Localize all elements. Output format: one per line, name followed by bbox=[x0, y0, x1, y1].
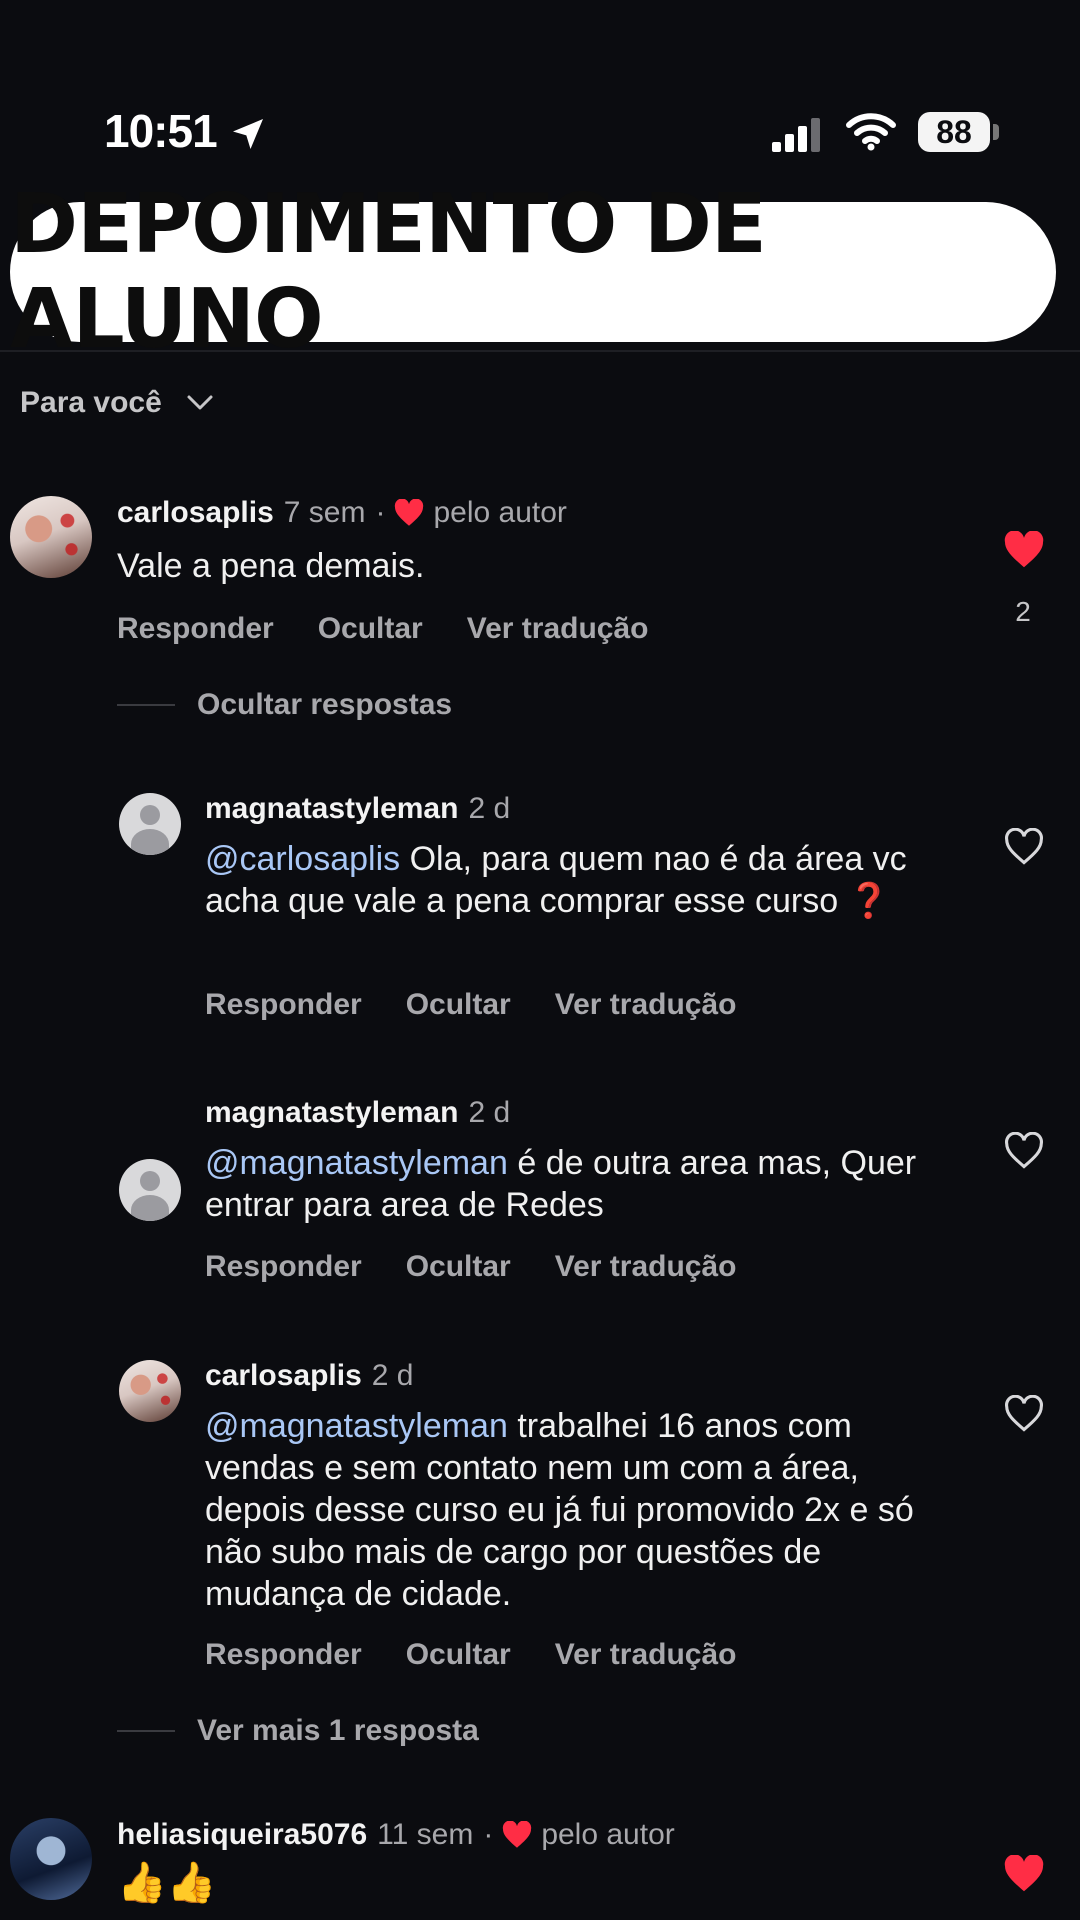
comment-text: Vale a pena demais. bbox=[117, 547, 425, 585]
reply-mention[interactable]: @magnatastyleman bbox=[205, 1144, 508, 1182]
author-heart-icon bbox=[395, 499, 424, 526]
banner-title: DEPOIMENTO DE ALUNO bbox=[10, 177, 767, 367]
reply-meta: carlosaplis 2 d bbox=[205, 1359, 413, 1393]
reply-username[interactable]: carlosaplis bbox=[205, 1359, 362, 1393]
reply-meta: magnatastyleman 2 d bbox=[205, 1096, 510, 1130]
wifi-icon bbox=[846, 113, 896, 151]
reply-button[interactable]: Responder bbox=[205, 1638, 362, 1672]
cellular-signal-icon bbox=[772, 118, 820, 152]
avatar-carlosaplis[interactable] bbox=[10, 496, 92, 578]
hide-button[interactable]: Ocultar bbox=[406, 1250, 511, 1284]
reply-time: 2 d bbox=[468, 1096, 511, 1129]
like-heart-outline-icon[interactable] bbox=[1003, 1395, 1045, 1433]
like-count: 2 bbox=[1015, 596, 1031, 627]
reply-text: @magnatastyleman é de outra area mas, Qu… bbox=[205, 1142, 965, 1226]
testimonial-banner: DEPOIMENTO DE ALUNO bbox=[10, 177, 1056, 367]
reply-time: 2 d bbox=[371, 1359, 414, 1392]
translate-button[interactable]: Ver tradução bbox=[555, 988, 737, 1022]
reply-mention[interactable]: @magnatastyleman bbox=[205, 1407, 508, 1445]
chevron-down-icon bbox=[187, 395, 213, 410]
reply-username[interactable]: magnatastyleman bbox=[205, 1096, 458, 1130]
hide-button[interactable]: Ocultar bbox=[406, 1638, 511, 1672]
hide-replies-label: Ocultar respostas bbox=[197, 688, 453, 721]
like-heart-filled-icon[interactable] bbox=[1003, 1855, 1045, 1893]
avatar-carlosaplis[interactable] bbox=[119, 1360, 181, 1422]
reply-button[interactable]: Responder bbox=[117, 612, 274, 646]
like-heart-filled-icon[interactable] bbox=[1003, 531, 1045, 569]
reply-actions: Responder Ocultar Ver tradução bbox=[205, 1250, 780, 1284]
author-like-label: pelo autor bbox=[541, 1818, 675, 1851]
avatar-heliasiqueira5076[interactable] bbox=[10, 1818, 92, 1900]
thread-line bbox=[117, 1730, 175, 1732]
reply-meta: magnatastyleman 2 d bbox=[205, 792, 510, 826]
translate-button[interactable]: Ver tradução bbox=[555, 1638, 737, 1672]
reply-mention[interactable]: @carlosaplis bbox=[205, 840, 400, 878]
reply-actions: Responder Ocultar Ver tradução bbox=[205, 988, 780, 1022]
status-time: 10:51 bbox=[104, 105, 218, 157]
avatar-magnatastyleman[interactable] bbox=[119, 1159, 181, 1221]
author-like-label: pelo autor bbox=[433, 496, 567, 529]
comment-username[interactable]: heliasiqueira5076 bbox=[117, 1818, 367, 1852]
comment-meta: carlosaplis 7 sem · pelo autor bbox=[117, 496, 567, 530]
meta-separator: · bbox=[375, 496, 386, 529]
like-heart-outline-icon[interactable] bbox=[1003, 1132, 1045, 1170]
reply-button[interactable]: Responder bbox=[205, 1250, 362, 1284]
reply-time: 2 d bbox=[468, 792, 511, 825]
reply-text: @magnatastyleman trabalhei 16 anos com v… bbox=[205, 1405, 965, 1615]
reply-actions: Responder Ocultar Ver tradução bbox=[205, 1638, 780, 1672]
hide-replies-toggle[interactable]: Ocultar respostas bbox=[117, 688, 452, 722]
reply-username[interactable]: magnatastyleman bbox=[205, 792, 458, 826]
comment-time: 7 sem bbox=[283, 496, 366, 529]
location-arrow-icon bbox=[233, 119, 263, 149]
view-more-replies-toggle[interactable]: Ver mais 1 resposta bbox=[117, 1714, 479, 1748]
reply-text: @carlosaplis Ola, para quem nao é da áre… bbox=[205, 838, 965, 922]
sort-label: Para você bbox=[20, 386, 162, 419]
comment-meta: heliasiqueira5076 11 sem · pelo autor bbox=[117, 1818, 675, 1852]
hide-button[interactable]: Ocultar bbox=[318, 612, 423, 646]
battery-level: 88 bbox=[936, 114, 972, 150]
battery-indicator: 88 bbox=[918, 112, 1000, 154]
header-divider bbox=[0, 350, 1080, 352]
comment-username[interactable]: carlosaplis bbox=[117, 496, 274, 530]
thread-line bbox=[117, 704, 175, 706]
comment-text: 👍👍 bbox=[117, 1861, 217, 1905]
author-heart-icon bbox=[503, 1821, 532, 1848]
comment-actions: Responder Ocultar Ver tradução bbox=[117, 612, 692, 646]
reply-button[interactable]: Responder bbox=[205, 988, 362, 1022]
avatar-magnatastyleman[interactable] bbox=[119, 793, 181, 855]
meta-separator: · bbox=[483, 1818, 494, 1851]
translate-button[interactable]: Ver tradução bbox=[467, 612, 649, 646]
comment-time: 11 sem bbox=[377, 1818, 474, 1851]
view-more-replies-label: Ver mais 1 resposta bbox=[197, 1714, 479, 1747]
hide-button[interactable]: Ocultar bbox=[406, 988, 511, 1022]
translate-button[interactable]: Ver tradução bbox=[555, 1250, 737, 1284]
like-heart-outline-icon[interactable] bbox=[1003, 828, 1045, 866]
question-mark-emoji: ❓ bbox=[847, 882, 890, 920]
comment-sort-dropdown[interactable]: Para você bbox=[20, 386, 214, 420]
battery-tip bbox=[993, 124, 999, 140]
